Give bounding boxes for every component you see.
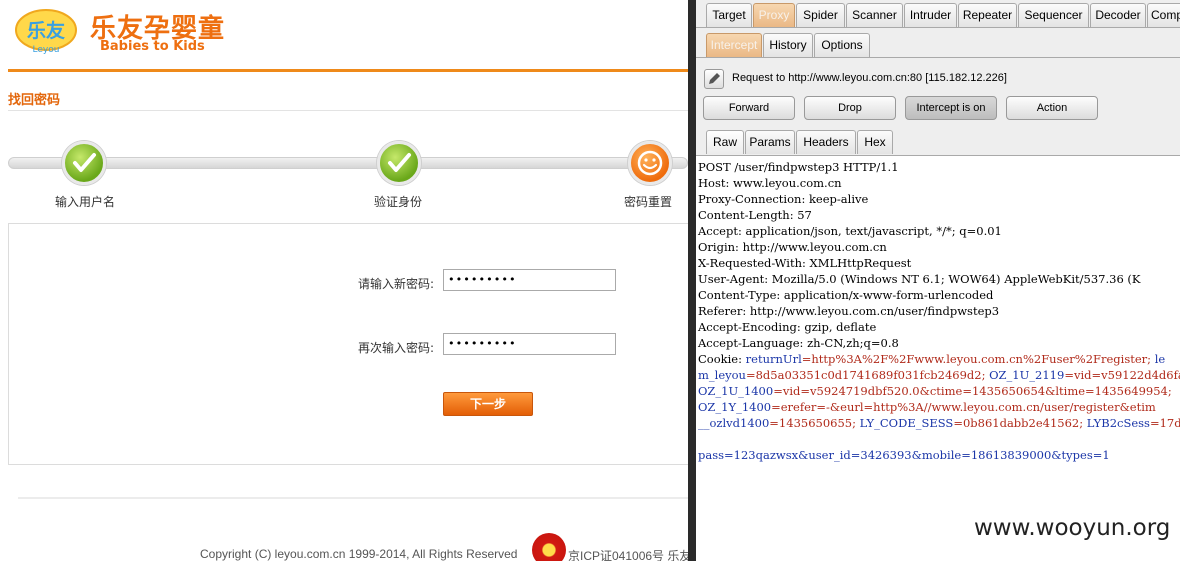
cookie-line: __ozlvd1400=1435650655; LY_CODE_SESS=0b8… <box>698 416 1180 430</box>
burp-suite-pane: Target Proxy Spider Scanner Intruder Rep… <box>696 0 1180 561</box>
tab-scanner[interactable]: Scanner <box>846 3 903 27</box>
footer-divider <box>18 497 688 499</box>
header-line: Accept-Language: zh-CN,zh;q=0.8 <box>698 336 899 350</box>
request-target: Request to http://www.leyou.com.cn:80 [1… <box>732 72 1007 84</box>
confirm-password-label: 再次输入密码: <box>358 341 435 355</box>
step-1-label: 输入用户名 <box>55 195 116 209</box>
tab-repeater[interactable]: Repeater <box>958 3 1017 27</box>
confirm-password-input[interactable]: ••••••••• <box>443 333 616 355</box>
logo-mark-cn: 乐友 <box>27 19 65 42</box>
raw-request-editor[interactable]: POST /user/findpwstep3 HTTP/1.1 Host: ww… <box>696 155 1180 561</box>
tab-spider[interactable]: Spider <box>796 3 845 27</box>
pane-divider <box>688 0 696 561</box>
police-badge-icon[interactable] <box>532 533 566 561</box>
request-body: pass=123qazwsx&user_id=3426393&mobile=18… <box>698 448 1110 462</box>
tab-decoder[interactable]: Decoder <box>1090 3 1146 27</box>
title-divider <box>8 110 688 111</box>
header-line: Accept: application/json, text/javascrip… <box>698 224 1002 238</box>
tab-proxy[interactable]: Proxy <box>753 3 795 27</box>
logo-english-slogan: Babies to Kids <box>100 39 205 54</box>
cookie-line: OZ_1U_1400=vid=v5924719dbf520.0&ctime=14… <box>698 384 1172 398</box>
header-divider <box>8 69 688 72</box>
new-password-label: 请输入新密码: <box>358 277 435 291</box>
tab-intruder[interactable]: Intruder <box>904 3 957 27</box>
header-line: Content-Length: 57 <box>698 208 812 222</box>
leyou-website-pane: 乐友 Leyou 乐友孕婴童 Babies to Kids 找回密码 输入用户名… <box>0 0 688 561</box>
tab-target[interactable]: Target <box>706 3 752 27</box>
footer-copyright: Copyright (C) leyou.com.cn 1999-2014, Al… <box>200 547 518 561</box>
header-line: User-Agent: Mozilla/5.0 (Windows NT 6.1;… <box>698 272 1141 286</box>
header-line: X-Requested-With: XMLHttpRequest <box>698 256 912 270</box>
header-line: Referer: http://www.leyou.com.cn/user/fi… <box>698 304 1000 318</box>
tab-headers[interactable]: Headers <box>796 130 856 154</box>
intercept-toggle-button[interactable]: Intercept is on <box>905 96 997 120</box>
tab-options[interactable]: Options <box>814 33 870 57</box>
step-3-label: 密码重置 <box>624 195 673 209</box>
next-step-button[interactable]: 下一步 <box>443 392 533 416</box>
header-line: Content-Type: application/x-www-form-url… <box>698 288 994 302</box>
step-2-check-icon <box>377 141 421 185</box>
cookie-line: OZ_1Y_1400=erefer=-&eurl=http%3A//www.le… <box>698 400 1156 414</box>
forward-button[interactable]: Forward <box>703 96 795 120</box>
step-2-label: 验证身份 <box>374 195 423 209</box>
logo-mark-en: Leyou <box>33 45 60 55</box>
tab-raw[interactable]: Raw <box>706 130 744 154</box>
header-line: Origin: http://www.leyou.com.cn <box>698 240 887 254</box>
tab-intercept[interactable]: Intercept <box>706 33 762 57</box>
cookie-line: Cookie: returnUrl=http%3A%2F%2Fwww.leyou… <box>698 352 1166 366</box>
step-progress-bar <box>8 157 688 169</box>
drop-button[interactable]: Drop <box>804 96 896 120</box>
request-line: POST /user/findpwstep3 HTTP/1.1 <box>698 160 899 174</box>
tab-comparer[interactable]: Comp <box>1147 3 1180 27</box>
step-3-smiley-icon <box>628 141 672 185</box>
step-1-check-icon <box>62 141 106 185</box>
header-line: Host: www.leyou.com.cn <box>698 176 842 190</box>
leyou-logo-mark[interactable]: 乐友 Leyou <box>12 8 80 56</box>
wooyun-watermark: www.wooyun.org <box>974 515 1171 541</box>
tab-params[interactable]: Params <box>745 130 795 154</box>
header-line: Accept-Encoding: gzip, deflate <box>698 320 877 334</box>
footer-icp: 京ICP证041006号 乐友 <box>568 549 688 561</box>
tab-history[interactable]: History <box>763 33 813 57</box>
action-button[interactable]: Action <box>1006 96 1098 120</box>
edit-pencil-icon[interactable] <box>704 69 724 89</box>
page-title: 找回密码 <box>8 93 61 108</box>
cookie-line: m_leyou=8d5a03351c0d1741689f031fcb2469d2… <box>698 368 1180 382</box>
tab-sequencer[interactable]: Sequencer <box>1018 3 1089 27</box>
new-password-input[interactable]: ••••••••• <box>443 269 616 291</box>
header-line: Proxy-Connection: keep-alive <box>698 192 869 206</box>
tab-hex[interactable]: Hex <box>857 130 893 154</box>
